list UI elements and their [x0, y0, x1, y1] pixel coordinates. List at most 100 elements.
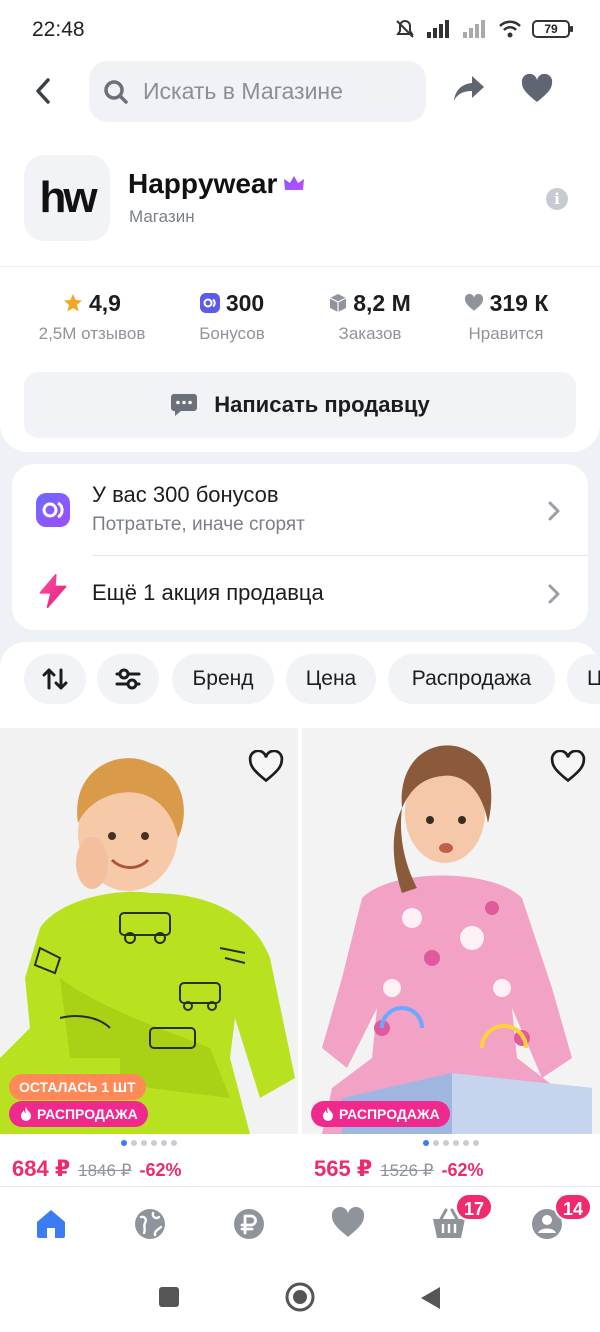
share-button[interactable] [452, 74, 490, 108]
home-icon [37, 1210, 65, 1238]
store-name: Happywear [128, 168, 278, 199]
sale-badge: РАСПРОДАЖА [311, 1101, 450, 1127]
price-row: 684 ₽ 1846 ₽ -62% [12, 1156, 182, 1182]
message-seller-button[interactable]: Написать продавцу [24, 372, 576, 438]
bonus-promo-row[interactable]: У вас 300 бонусов Потратьте, иначе сгоря… [12, 464, 588, 555]
chevron-right-icon [548, 501, 560, 521]
heart-outline-icon [248, 750, 284, 783]
stat-likes[interactable]: 319 К Нравится [436, 286, 576, 344]
nav-cart[interactable]: 17 [431, 1193, 493, 1243]
old-price: 1846 ₽ [78, 1161, 132, 1180]
profile-count-badge: 14 [554, 1193, 592, 1221]
fire-icon [21, 1107, 31, 1121]
image-pagination [302, 1140, 600, 1146]
price: 684 ₽ [12, 1156, 71, 1181]
nav-finance[interactable] [232, 1207, 268, 1243]
filters-bar: Бренд Цена Распродажа Ц [0, 642, 600, 728]
favorite-button[interactable] [550, 750, 586, 784]
nav-catalog[interactable] [133, 1207, 169, 1243]
pagination-dot [423, 1140, 429, 1146]
store-name-wrap[interactable]: Happywear [128, 168, 305, 200]
lightning-icon [39, 574, 67, 608]
search-input[interactable]: Искать в Магазине [89, 61, 426, 122]
store-card: hw Happywear Магазин i 4,9 2,5М отзывов … [0, 136, 600, 452]
bottom-nav: 17 14 [0, 1186, 600, 1262]
filter-chip-more[interactable]: Ц [567, 654, 600, 704]
favorite-store-button[interactable] [521, 73, 559, 108]
bonus-icon [199, 293, 220, 313]
sliders-icon [115, 668, 141, 690]
stat-label: Бонусов [199, 324, 265, 343]
pagination-dot [121, 1140, 127, 1146]
sale-badge-label: РАСПРОДАЖА [37, 1106, 138, 1122]
filter-chip-brand[interactable]: Бренд [172, 654, 274, 704]
stat-rating[interactable]: 4,9 2,5М отзывов [22, 286, 162, 344]
pagination-dot [433, 1140, 439, 1146]
stat-value: 8,2 М [353, 289, 411, 316]
pagination-dot [131, 1140, 137, 1146]
cart-count-badge: 17 [455, 1193, 493, 1221]
info-icon[interactable]: i [546, 188, 568, 210]
status-bar: 22:48 79 [0, 0, 600, 60]
promo-card: У вас 300 бонусов Потратьте, иначе сгоря… [12, 464, 588, 630]
pagination-dot [161, 1140, 167, 1146]
store-logo[interactable]: hw [24, 155, 110, 241]
product-photo[interactable]: ОСТАЛАСЬ 1 ШТ РАСПРОДАЖА [0, 728, 298, 1134]
stat-value: 4,9 [89, 289, 121, 316]
wifi-icon [499, 20, 521, 38]
nav-profile[interactable]: 14 [530, 1193, 592, 1243]
nav-favorites[interactable] [331, 1206, 367, 1243]
triangle-back-icon [421, 1287, 440, 1309]
status-time: 22:48 [32, 18, 85, 41]
signal-2-icon [463, 20, 485, 38]
battery-indicator: 79 [532, 20, 573, 38]
home-button[interactable] [284, 1281, 316, 1318]
store-type: Магазин [129, 207, 195, 226]
product-grid: ОСТАЛАСЬ 1 ШТ РАСПРОДАЖА 684 ₽ 1846 ₽ -6… [0, 728, 600, 1186]
product-card[interactable]: РАСПРОДАЖА 565 ₽ 1526 ₽ -62% [302, 728, 600, 1186]
heart-icon [331, 1206, 365, 1237]
store-stats: 4,9 2,5М отзывов 300 Бонусов 8,2 М Заказ… [22, 286, 582, 350]
top-bar: Искать в Магазине [0, 60, 600, 136]
heart-icon [464, 294, 483, 311]
heart-outline-icon [550, 750, 586, 783]
product-card[interactable]: ОСТАЛАСЬ 1 ШТ РАСПРОДАЖА 684 ₽ 1846 ₽ -6… [0, 728, 298, 1186]
stat-label: 2,5М отзывов [38, 324, 146, 343]
discount: -62% [139, 1160, 182, 1180]
filter-settings-button[interactable] [97, 654, 159, 704]
stat-bonus[interactable]: 300 Бонусов [162, 286, 302, 344]
recent-apps-button[interactable] [158, 1286, 180, 1313]
price-row: 565 ₽ 1526 ₽ -62% [314, 1156, 484, 1182]
search-icon [104, 79, 128, 104]
search-placeholder: Искать в Магазине [143, 78, 343, 104]
pagination-dot [473, 1140, 479, 1146]
image-pagination [0, 1140, 298, 1146]
seller-action-row[interactable]: Ещё 1 акция продавца [12, 556, 588, 630]
stock-badge: ОСТАЛАСЬ 1 ШТ [9, 1074, 146, 1100]
nav-home[interactable] [34, 1207, 70, 1243]
discount: -62% [441, 1160, 484, 1180]
sort-button[interactable] [24, 654, 86, 704]
favorite-button[interactable] [248, 750, 284, 784]
pagination-dot [453, 1140, 459, 1146]
stat-orders[interactable]: 8,2 М Заказов [300, 286, 440, 344]
price: 565 ₽ [314, 1156, 373, 1181]
stat-label: Нравится [468, 324, 544, 343]
stat-value: 300 [225, 289, 265, 316]
pagination-dot [463, 1140, 469, 1146]
square-icon [159, 1287, 179, 1307]
star-icon [64, 294, 82, 312]
back-button[interactable] [26, 74, 60, 108]
product-photo[interactable]: РАСПРОДАЖА [302, 728, 600, 1134]
heart-icon [521, 73, 553, 102]
chevron-right-icon [548, 584, 560, 604]
mute-icon [396, 19, 414, 38]
sale-badge-label: РАСПРОДАЖА [339, 1106, 440, 1122]
back-nav-button[interactable] [418, 1285, 442, 1316]
share-icon [454, 76, 484, 101]
filter-chip-sale[interactable]: Распродажа [388, 654, 555, 704]
pagination-dot [151, 1140, 157, 1146]
pagination-dot [443, 1140, 449, 1146]
box-icon [329, 294, 347, 312]
filter-chip-price[interactable]: Цена [286, 654, 376, 704]
